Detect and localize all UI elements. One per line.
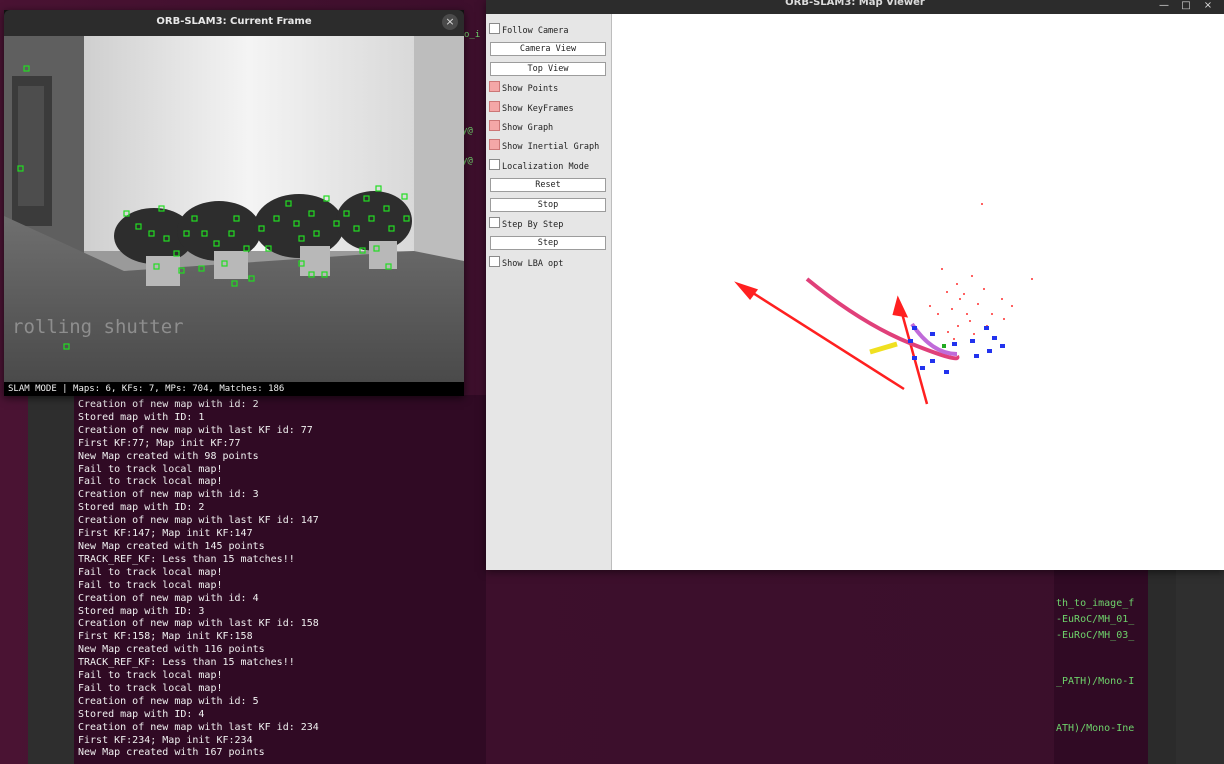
step-button[interactable]: Step [490,236,606,250]
terminal2-scrollbar[interactable] [1148,570,1176,764]
follow-camera-checkbox[interactable]: Follow Camera [489,23,569,37]
terminal-line: Fail to track local map! [78,579,223,591]
second-terminal[interactable]: th_to_image_f -EuRoC/MH_01_ -EuRoC/MH_03… [1054,570,1148,764]
map-scene [734,203,1033,405]
map-window-title: ORB-SLAM3: Map Viewer [785,0,925,8]
show-inertial-graph-checkbox[interactable]: Show Inertial Graph [489,139,599,153]
map-viewer-window[interactable]: ORB-SLAM3: Map Viewer — □ × Follow Camera … [486,0,1224,570]
terminal-line: New Map created with 98 points [78,450,259,462]
terminal-line: Creation of new map with id: 3 [78,489,259,501]
terminal-line: Fail to track local map! [78,682,223,694]
trajectory [734,281,929,405]
terminal-line: Creation of new map with id: 4 [78,592,259,604]
checkbox-icon[interactable] [489,217,500,228]
stop-button[interactable]: Stop [490,198,606,212]
checkbox-label: Show Graph [502,123,554,133]
slam-status-bar: SLAM MODE | Maps: 6, KFs: 7, MPs: 704, M… [4,382,464,396]
terminal2-line: -EuRoC/MH_03_ [1056,630,1135,641]
terminal-line: Creation of new map with id: 2 [78,399,259,410]
close-icon[interactable]: × [1200,0,1216,12]
terminal2-line: -EuRoC/MH_01_ [1056,614,1135,625]
terminal-line: Creation of new map with last KF id: 77 [78,424,313,436]
terminal-side-bar [28,395,74,764]
terminal-line: Stored map with ID: 3 [78,605,205,617]
terminal-line: First KF:147; Map init KF:147 [78,528,253,540]
show-graph-checkbox[interactable]: Show Graph [489,120,553,134]
show-lba-opt-checkbox[interactable]: Show LBA opt [489,256,563,270]
rolling-shutter-overlay: rolling shutter [12,316,184,338]
checkbox-icon[interactable] [489,120,500,131]
maximize-icon[interactable]: □ [1178,0,1194,12]
terminal-line: New Map created with 116 points [78,644,265,656]
fragment-text: o_i [464,30,481,40]
map-titlebar[interactable]: ORB-SLAM3: Map Viewer — □ × [486,0,1224,14]
terminal-line: TRACK_REF_KF: Less than 15 matches!! [78,657,295,669]
terminal-line: Fail to track local map! [78,670,223,682]
terminal-output: Creation of new map with id: 2 Stored map… [74,395,486,760]
terminal-line: First KF:234; Map init KF:234 [78,734,253,746]
checkbox-icon[interactable] [489,101,500,112]
terminal-window[interactable]: Creation of new map with id: 2 Stored map… [74,395,486,764]
reset-button[interactable]: Reset [490,178,606,192]
checkbox-label: Show LBA opt [502,259,564,269]
terminal-line: Creation of new map with last KF id: 234 [78,721,319,733]
minimize-icon[interactable]: — [1156,0,1172,12]
terminal-line: Fail to track local map! [78,476,223,488]
camera-view-button[interactable]: Camera View [490,42,606,56]
window-controls: — □ × [1150,0,1216,14]
checkbox-label: Show KeyFrames [502,104,574,114]
checkbox-label: Step By Step [502,220,564,230]
checkbox-icon[interactable] [489,23,500,34]
checkbox-label: Follow Camera [502,26,569,36]
terminal-line: Creation of new map with last KF id: 158 [78,618,319,630]
trajectory-yellow [869,341,898,355]
show-keyframes-checkbox[interactable]: Show KeyFrames [489,101,574,115]
terminal-line: Stored map with ID: 2 [78,502,205,514]
terminal-line: Fail to track local map! [78,566,223,578]
checkbox-icon[interactable] [489,256,500,267]
checkbox-label: Show Points [502,84,559,94]
checkbox-label: Show Inertial Graph [502,142,600,152]
checkbox-icon[interactable] [489,159,500,170]
terminal-line: New Map created with 145 points [78,540,265,552]
terminal-line: Creation of new map with id: 5 [78,695,259,707]
top-view-button[interactable]: Top View [490,62,606,76]
viewer-control-panel: Follow Camera Camera View Top View Show … [486,14,612,570]
terminal-line: Stored map with ID: 1 [78,411,205,423]
step-by-step-checkbox[interactable]: Step By Step [489,217,563,231]
frame-titlebar[interactable]: ORB-SLAM3: Current Frame × [4,10,464,36]
trajectory-purple [910,322,958,356]
background-terminal-fragment: o_i y@ y@ [462,30,486,180]
terminal-line: First KF:158; Map init KF:158 [78,631,253,643]
terminal2-line: _PATH)/Mono-I [1056,676,1135,687]
map-points [929,203,1033,340]
checkbox-label: Localization Mode [502,162,589,172]
terminal-line: New Map created with 167 points [78,747,265,759]
terminal2-line: th_to_image_f [1056,598,1135,609]
localization-mode-checkbox[interactable]: Localization Mode [489,159,589,173]
show-points-checkbox[interactable]: Show Points [489,81,558,95]
checkbox-icon[interactable] [489,139,500,150]
current-frame-window[interactable]: ORB-SLAM3: Current Frame × rolling shutt… [4,10,464,396]
current-pose [942,344,946,348]
terminal-line: First KF:77; Map init KF:77 [78,437,241,449]
terminal-line: Fail to track local map! [78,463,223,475]
frame-window-title: ORB-SLAM3: Current Frame [156,16,312,27]
terminal2-line: ATH)/Mono-Ine [1056,723,1135,734]
map-3d-canvas[interactable] [612,14,1224,570]
checkbox-icon[interactable] [489,81,500,92]
camera-frame-image: rolling shutter [4,36,464,382]
close-icon[interactable]: × [442,14,458,30]
terminal-line: Creation of new map with last KF id: 147 [78,515,319,527]
terminal-line: TRACK_REF_KF: Less than 15 matches!! [78,553,295,565]
terminal-line: Stored map with ID: 4 [78,708,205,720]
